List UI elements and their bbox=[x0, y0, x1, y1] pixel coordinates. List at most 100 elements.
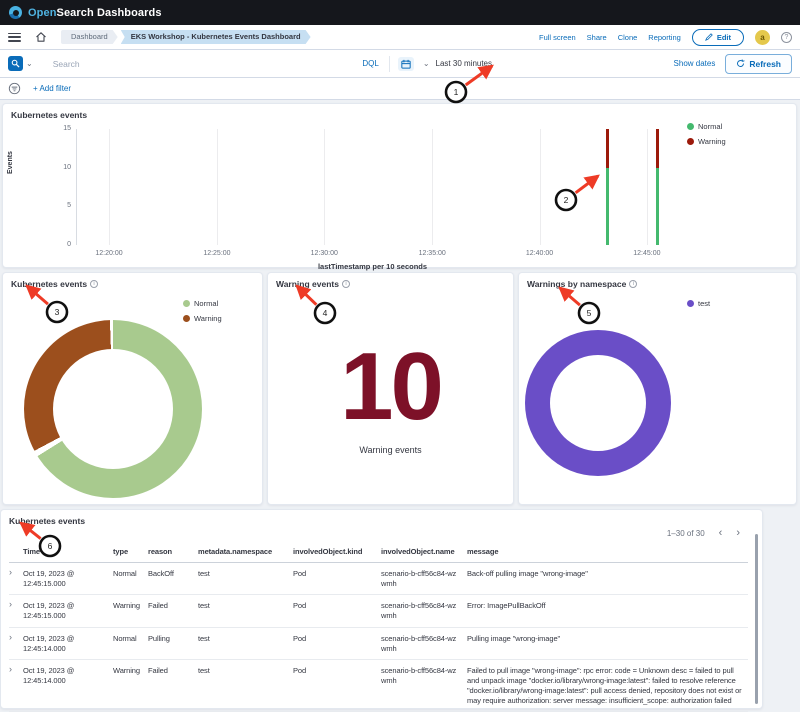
x-tick: 12:25:00 bbox=[203, 250, 230, 257]
show-dates-link[interactable]: Show dates bbox=[674, 59, 716, 68]
refresh-button[interactable]: Refresh bbox=[725, 54, 792, 74]
info-icon[interactable] bbox=[90, 280, 98, 288]
metric-value: 10 bbox=[268, 339, 513, 435]
cell-message: Pulling image "wrong-image" bbox=[467, 628, 748, 650]
opensearch-logo-icon bbox=[9, 6, 22, 19]
prev-page-icon[interactable]: ‹ bbox=[719, 528, 723, 538]
column-header-reason[interactable]: reason bbox=[148, 543, 198, 561]
x-tick: 12:20:00 bbox=[95, 250, 122, 257]
calendar-icon bbox=[401, 59, 411, 69]
breadcrumb-eks-workshop-kubernetes-events-dashboard[interactable]: EKS Workshop - Kubernetes Events Dashboa… bbox=[121, 30, 311, 44]
namespace-donut-chart[interactable] bbox=[525, 330, 671, 476]
panel-warning-events-metric: Warning events 10 Warning events bbox=[267, 272, 514, 505]
chevron-down-icon[interactable]: ⌄ bbox=[26, 59, 33, 68]
avatar[interactable]: a bbox=[755, 30, 770, 45]
cell-reason: BackOff bbox=[148, 563, 198, 585]
histogram-plot: 05101512:20:0012:25:0012:30:0012:35:0012… bbox=[76, 129, 669, 245]
time-range-value[interactable]: Last 30 minutes bbox=[436, 59, 556, 68]
legend-item-normal[interactable]: Normal bbox=[183, 299, 222, 308]
table-scrollbar[interactable] bbox=[755, 534, 758, 704]
sort-desc-icon[interactable]: ▼ bbox=[40, 550, 47, 556]
pagination: 1–30 of 30 ‹ › bbox=[667, 528, 740, 538]
date-picker-button[interactable] bbox=[398, 57, 414, 71]
namespace-donut-legend: test bbox=[687, 299, 710, 308]
y-tick: 10 bbox=[47, 164, 71, 171]
expand-row-icon[interactable]: › bbox=[9, 563, 23, 585]
x-tick: 12:35:00 bbox=[419, 250, 446, 257]
info-icon[interactable] bbox=[629, 280, 637, 288]
panel-title: Kubernetes events bbox=[11, 110, 87, 120]
expand-row-icon[interactable]: › bbox=[9, 628, 23, 650]
cell-message: Error: ImagePullBackOff bbox=[467, 595, 748, 617]
expand-row-icon[interactable]: › bbox=[9, 660, 23, 682]
app-header: OpenSearch Dashboards bbox=[0, 0, 800, 25]
info-icon[interactable] bbox=[342, 280, 350, 288]
y-axis-label: Events bbox=[7, 151, 14, 174]
bar-warning[interactable] bbox=[656, 129, 659, 168]
nav-link-share[interactable]: Share bbox=[587, 33, 607, 42]
help-icon[interactable]: ? bbox=[781, 32, 792, 43]
chevron-down-icon[interactable]: ⌄ bbox=[423, 59, 430, 68]
nav-link-clone[interactable]: Clone bbox=[618, 33, 638, 42]
table-row: ›Oct 19, 2023 @ 12:45:15.000NormalBackOf… bbox=[9, 563, 748, 596]
menu-icon[interactable] bbox=[8, 33, 21, 42]
table-row: ›Oct 19, 2023 @ 12:45:15.000WarningFaile… bbox=[9, 595, 748, 628]
expander-spacer bbox=[9, 543, 23, 551]
panel-kubernetes-events-donut: Kubernetes events Normal Warning bbox=[2, 272, 263, 505]
legend-item-warning[interactable]: Warning bbox=[183, 314, 222, 323]
bar-warning[interactable] bbox=[606, 129, 609, 168]
legend-dot bbox=[183, 315, 190, 322]
cell-kind: Pod bbox=[293, 660, 381, 682]
breadcrumb: DashboardEKS Workshop - Kubernetes Event… bbox=[61, 30, 311, 44]
gridline bbox=[432, 129, 433, 245]
legend-dot bbox=[687, 300, 694, 307]
cell-message: Back-off pulling image "wrong-image" bbox=[467, 563, 748, 585]
cell-namespace: test bbox=[198, 628, 293, 650]
events-donut-legend: Normal Warning bbox=[183, 299, 222, 323]
page-count: 1–30 of 30 bbox=[667, 529, 705, 538]
legend-label: test bbox=[698, 299, 710, 308]
dql-button[interactable]: DQL bbox=[362, 59, 378, 68]
next-page-icon[interactable]: › bbox=[736, 528, 740, 538]
table-row: ›Oct 19, 2023 @ 12:45:14.000WarningFaile… bbox=[9, 660, 748, 712]
column-header-time[interactable]: Time ▼ bbox=[23, 543, 113, 562]
y-tick: 0 bbox=[47, 241, 71, 248]
divider bbox=[389, 56, 390, 72]
bar-normal[interactable] bbox=[656, 168, 659, 245]
legend-dot bbox=[183, 300, 190, 307]
panel-title: Kubernetes events bbox=[11, 279, 87, 289]
table-header-row: Time ▼typereasonmetadata.namespaceinvolv… bbox=[9, 543, 748, 563]
bar-normal[interactable] bbox=[606, 168, 609, 245]
y-tick: 15 bbox=[47, 125, 71, 132]
column-header-type[interactable]: type bbox=[113, 543, 148, 561]
cell-reason: Failed bbox=[148, 660, 198, 682]
cell-time: Oct 19, 2023 @ 12:45:15.000 bbox=[23, 563, 113, 595]
legend-dot bbox=[687, 138, 694, 145]
saved-queries-icon[interactable] bbox=[8, 56, 23, 71]
add-filter-button[interactable]: + Add filter bbox=[33, 84, 71, 93]
expand-row-icon[interactable]: › bbox=[9, 595, 23, 617]
nav-link-full-screen[interactable]: Full screen bbox=[539, 33, 576, 42]
nav-link-reporting[interactable]: Reporting bbox=[648, 33, 681, 42]
cell-time: Oct 19, 2023 @ 12:45:14.000 bbox=[23, 628, 113, 660]
x-tick: 12:40:00 bbox=[526, 250, 553, 257]
legend-label: Normal bbox=[194, 299, 218, 308]
legend-item-test[interactable]: test bbox=[687, 299, 710, 308]
gridline bbox=[540, 129, 541, 245]
breadcrumb-dashboard[interactable]: Dashboard bbox=[61, 30, 118, 44]
gridline bbox=[109, 129, 110, 245]
search-input[interactable] bbox=[53, 59, 353, 69]
column-header-involvedobject-name[interactable]: involvedObject.name bbox=[381, 543, 467, 561]
home-icon[interactable] bbox=[35, 31, 47, 43]
app-title: OpenSearch Dashboards bbox=[28, 7, 162, 19]
legend-item-normal[interactable]: Normal bbox=[687, 122, 726, 131]
cell-kind: Pod bbox=[293, 628, 381, 650]
column-header-involvedobject-kind[interactable]: involvedObject.kind bbox=[293, 543, 381, 561]
edit-button[interactable]: Edit bbox=[692, 29, 744, 46]
filter-settings-icon[interactable] bbox=[8, 82, 21, 95]
column-header-message[interactable]: message bbox=[467, 543, 748, 561]
legend-item-warning[interactable]: Warning bbox=[687, 137, 726, 146]
panel-title: Warnings by namespace bbox=[527, 279, 626, 289]
column-header-metadata-namespace[interactable]: metadata.namespace bbox=[198, 543, 293, 561]
events-donut-chart[interactable] bbox=[24, 320, 202, 498]
